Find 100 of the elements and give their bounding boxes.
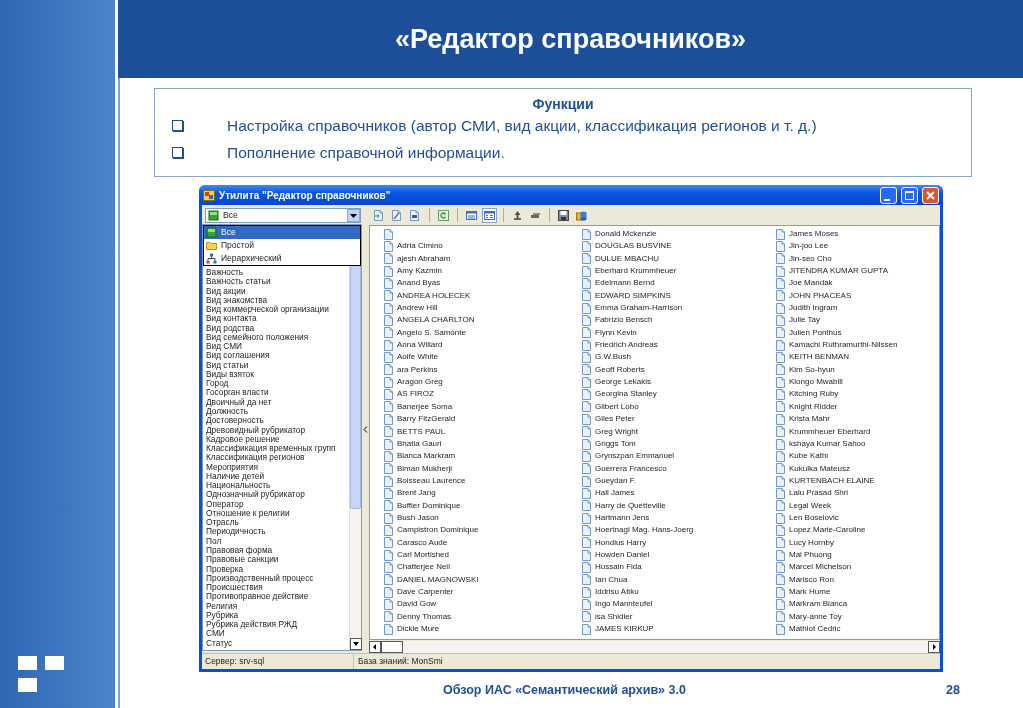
- dictionary-item[interactable]: Правовые санкции: [206, 555, 349, 565]
- record-name[interactable]: Marcel Michelson: [789, 561, 852, 574]
- record-name[interactable]: Anand Byas: [397, 277, 441, 290]
- record-name[interactable]: Dave Carpenter: [397, 585, 454, 599]
- dictionary-item[interactable]: Кадровое решение: [206, 434, 349, 445]
- record-name[interactable]: Angelo S. Samonte: [397, 326, 466, 340]
- record-name[interactable]: Julie Tay: [789, 314, 820, 327]
- record-name[interactable]: Friedrich Andreas: [595, 339, 658, 352]
- record-name[interactable]: Barry FitzGerald: [397, 413, 456, 426]
- record-name[interactable]: George Lekakis: [595, 376, 652, 389]
- record-name[interactable]: Carl Mortished: [397, 548, 449, 562]
- dictionary-item[interactable]: Важность: [206, 268, 349, 278]
- record-name[interactable]: G.W.Bush: [595, 351, 631, 364]
- record-name[interactable]: KEITH BENMAN: [789, 351, 849, 364]
- record-name[interactable]: Krummheuer Eberhard: [789, 425, 871, 438]
- dictionary-item[interactable]: Рубрика: [206, 610, 349, 621]
- record-name[interactable]: Giles Peter: [595, 413, 635, 426]
- record-name[interactable]: Markram Bianca: [789, 598, 848, 611]
- dictionary-item[interactable]: Классификация временных групп: [206, 444, 349, 454]
- record-name[interactable]: Joe Mandak: [789, 277, 833, 290]
- dictionary-item[interactable]: Вид семейного положения: [206, 332, 349, 343]
- record-name[interactable]: Mathiot Cedric: [789, 623, 841, 636]
- record-name[interactable]: Lalu Prasad Shri: [789, 487, 849, 500]
- record-name[interactable]: Boisseau Laurence: [397, 474, 466, 488]
- dictionary-item[interactable]: Проверка: [206, 564, 349, 574]
- dictionary-item[interactable]: Однозначный рубрикатор: [206, 490, 349, 500]
- filter-combobox[interactable]: Все: [205, 208, 361, 223]
- record-name[interactable]: David Gow: [397, 598, 437, 611]
- scroll-down-button[interactable]: [350, 638, 362, 650]
- dictionary-item[interactable]: Вид контакта: [206, 314, 349, 324]
- record-name[interactable]: Georgina Stanley: [595, 388, 657, 401]
- record-name[interactable]: Gilbert Lobo: [595, 400, 639, 414]
- scroll-left-button[interactable]: [369, 641, 381, 653]
- record-name[interactable]: Mark Hume: [789, 585, 831, 599]
- record-name[interactable]: Anna Willard: [397, 339, 443, 352]
- record-name[interactable]: Lucy Hornby: [789, 536, 834, 549]
- record-name[interactable]: Jin-joo Lee: [789, 240, 829, 253]
- record-name[interactable]: DANIEL MAGNOWSKI: [397, 573, 479, 586]
- dictionary-item[interactable]: Вид родства: [206, 323, 349, 333]
- dictionary-item[interactable]: Вид СМИ: [206, 342, 349, 352]
- record-name[interactable]: Bhatia Gauri: [397, 437, 442, 451]
- dropdown-option[interactable]: Иерархический: [204, 252, 360, 265]
- record-name[interactable]: Dickie Mure: [397, 623, 440, 636]
- record-name[interactable]: Adria Cimino: [397, 240, 443, 253]
- record-name[interactable]: Denny Thomas: [397, 610, 452, 623]
- dictionary-item[interactable]: Наличие детей: [206, 471, 349, 482]
- dictionary-item[interactable]: СМИ: [206, 629, 349, 639]
- dictionary-item[interactable]: Религия: [206, 601, 349, 611]
- dictionary-item[interactable]: Отношение к религии: [206, 508, 349, 519]
- record-name[interactable]: KURTENBACH ELAINE: [789, 474, 875, 488]
- dictionary-item[interactable]: Важность статьи: [206, 277, 349, 287]
- dictionary-item[interactable]: Отрасль: [206, 518, 349, 528]
- scrollbar-thumb[interactable]: [381, 641, 403, 653]
- dropdown-option[interactable]: Все: [204, 226, 360, 239]
- dictionary-item[interactable]: Пол: [206, 536, 349, 546]
- record-name[interactable]: Biman Mukherji: [397, 462, 453, 475]
- dictionary-item[interactable]: Мероприятия: [206, 462, 349, 472]
- dictionary-item[interactable]: Производственный процесс: [206, 573, 349, 584]
- record-name[interactable]: kshaya Kumar Sahoo: [789, 437, 866, 451]
- record-name[interactable]: Aoife White: [397, 351, 438, 364]
- record-name[interactable]: James Moses: [789, 228, 839, 241]
- record-name[interactable]: Howden Daniel: [595, 548, 650, 562]
- dictionary-item[interactable]: Статус: [206, 638, 349, 648]
- record-name[interactable]: Knight Ridder: [789, 400, 838, 414]
- dictionary-item[interactable]: Достоверность: [206, 416, 349, 426]
- record-name[interactable]: Mary-anne Toy: [789, 610, 842, 623]
- dictionary-item[interactable]: Рубрика действия РЖД: [206, 620, 349, 630]
- record-name[interactable]: Andrew Hill: [397, 302, 438, 315]
- dictionary-item[interactable]: Вид знакомства: [206, 295, 349, 306]
- dictionary-item[interactable]: Двоичный да нет: [206, 397, 349, 407]
- scroll-right-button[interactable]: [928, 641, 940, 653]
- record-name[interactable]: Fabrizio Bensch: [595, 314, 653, 327]
- record-name[interactable]: Hartmann Jens: [595, 511, 650, 525]
- dictionary-item[interactable]: Оператор: [206, 499, 349, 509]
- record-name[interactable]: ANGELA CHARLTON: [397, 314, 475, 327]
- dictionary-item[interactable]: Вид статьи: [206, 360, 349, 370]
- record-name[interactable]: Campistron Dominique: [397, 524, 479, 537]
- record-name[interactable]: DULUE MBACHU: [595, 252, 659, 266]
- record-name[interactable]: Iddrisu Atiku: [595, 585, 639, 599]
- record-name[interactable]: Ingo Mannteufel: [595, 598, 653, 611]
- record-name[interactable]: Eberhard Krummheuer: [595, 265, 677, 278]
- dictionary-item[interactable]: Город: [206, 379, 349, 389]
- record-name[interactable]: Buffier Dominique: [397, 499, 461, 512]
- record-name[interactable]: Emma Graham-Harrison: [595, 302, 683, 315]
- dictionary-item[interactable]: Национальность: [206, 481, 349, 491]
- dropdown-option[interactable]: Простой: [204, 239, 360, 252]
- record-name[interactable]: JITENDRA KUMAR GUPTA: [789, 265, 888, 278]
- record-name[interactable]: Greg Wright: [595, 425, 638, 438]
- record-name[interactable]: AS FIROZ: [397, 388, 434, 401]
- record-name[interactable]: BETTS PAUL: [397, 425, 446, 438]
- dictionary-item[interactable]: Вид соглашения: [206, 351, 349, 361]
- record-name[interactable]: Amy Kazmin: [397, 265, 442, 278]
- record-name[interactable]: Hoertnagl Mag. Hans-Joerg: [595, 524, 694, 537]
- record-name[interactable]: Hussain Fida: [595, 561, 642, 574]
- record-name[interactable]: Donald Mckenzie: [595, 228, 657, 241]
- dictionary-item[interactable]: Происшествия: [206, 583, 349, 593]
- toolbar-button[interactable]: [556, 207, 571, 223]
- record-name[interactable]: Gueydan F.: [595, 474, 636, 488]
- dictionary-item[interactable]: Должность: [206, 407, 349, 417]
- record-name[interactable]: Banerjee Soma: [397, 400, 453, 414]
